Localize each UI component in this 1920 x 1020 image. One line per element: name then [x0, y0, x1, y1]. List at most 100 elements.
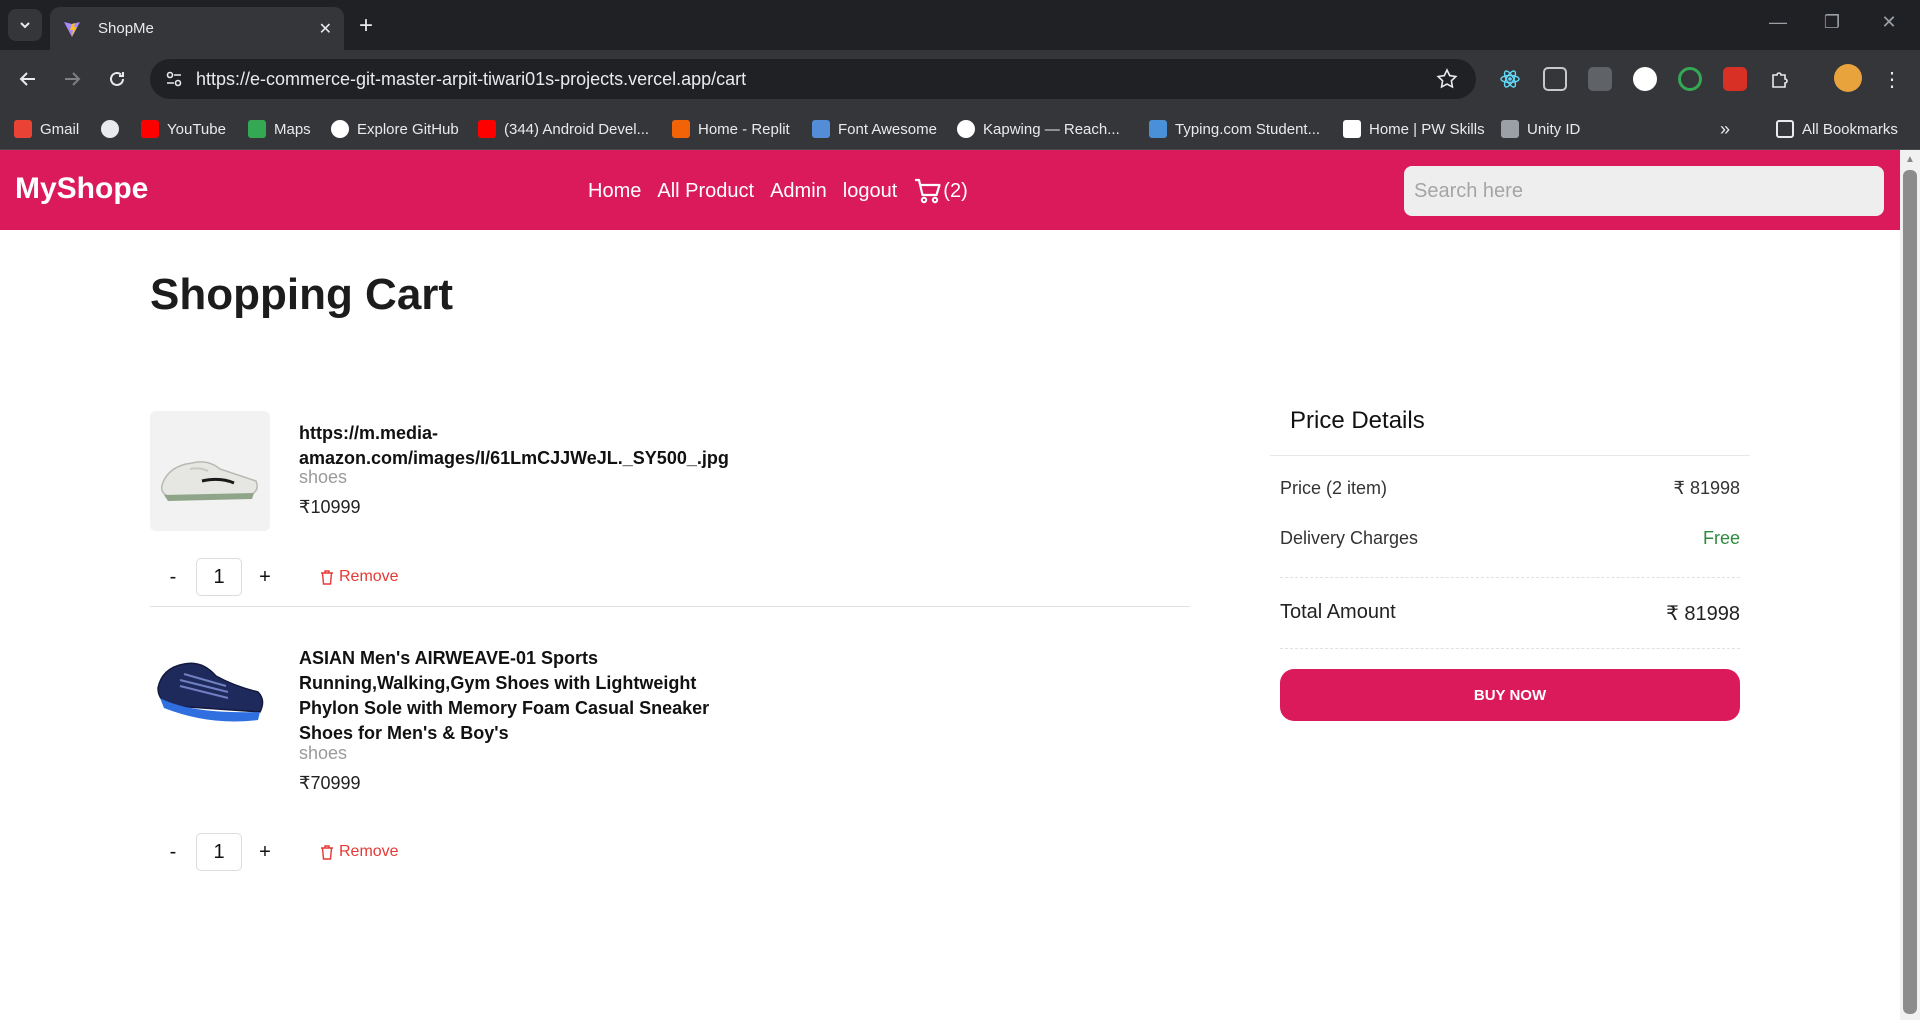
url-text: https://e-commerce-git-master-arpit-tiwa… [196, 69, 747, 89]
gmail-icon [14, 120, 32, 138]
bookmark-android[interactable]: (344) Android Devel... [478, 117, 649, 141]
nav-links: Home All Product Admin logout (2) [588, 177, 968, 205]
bookmarks-bar: Gmail YouTube Maps Explore GitHub (344) … [0, 108, 1920, 150]
typing-icon [1149, 120, 1167, 138]
more-bookmarks-icon[interactable]: » [1720, 117, 1730, 141]
nav-home[interactable]: Home [588, 180, 641, 203]
product-category: shoes [299, 467, 348, 487]
product-name[interactable]: https://m.media-amazon.com/images/I/61Lm… [299, 421, 739, 471]
quantity-stepper: - + Remove [150, 833, 399, 871]
price-label: Price (2 item) [1280, 478, 1388, 498]
nav-cart[interactable]: (2) [913, 177, 968, 205]
bookmark-star-icon[interactable] [1436, 68, 1458, 90]
site-info-icon[interactable] [162, 67, 186, 91]
delivery-row: Delivery Charges Free [1280, 528, 1740, 549]
bookmark-replit[interactable]: Home - Replit [672, 117, 790, 141]
price-value: ₹ 81998 [1673, 478, 1740, 498]
bookmark-typing[interactable]: Typing.com Student... [1149, 117, 1320, 141]
nav-logout[interactable]: logout [843, 180, 898, 203]
trash-icon [321, 569, 333, 585]
unity-icon [1501, 120, 1519, 138]
reload-icon[interactable] [103, 65, 131, 93]
vite-logo-icon [64, 21, 80, 37]
puzzle-icon[interactable] [1768, 67, 1792, 91]
all-bookmarks[interactable]: All Bookmarks [1776, 117, 1898, 141]
quantity-input[interactable] [196, 558, 242, 596]
profile-avatar[interactable] [1834, 64, 1862, 92]
increase-quantity-button[interactable]: + [250, 837, 280, 867]
product-image [150, 411, 270, 531]
page-title: Shopping Cart [150, 270, 454, 319]
brand-logo[interactable]: MyShope [15, 172, 148, 206]
pw-skills-icon [1343, 120, 1361, 138]
total-row: Total Amount ₹ 81998 [1280, 601, 1740, 626]
scroll-thumb[interactable] [1903, 170, 1917, 1014]
bookmark-pw-skills[interactable]: Home | PW Skills [1343, 117, 1485, 141]
folder-icon [1776, 120, 1794, 138]
cart-icon [915, 178, 941, 204]
scroll-up-icon[interactable]: ▲ [1900, 154, 1920, 166]
bookmark-youtube[interactable]: YouTube [141, 117, 226, 141]
github-icon [331, 120, 349, 138]
increase-quantity-button[interactable]: + [250, 562, 280, 592]
product-image [150, 636, 270, 756]
product-category: shoes [299, 743, 348, 763]
dashed-divider [1280, 648, 1740, 649]
maps-icon [248, 120, 266, 138]
item-divider [150, 606, 1190, 607]
trash-icon [321, 844, 333, 860]
quantity-stepper: - + Remove [150, 558, 399, 596]
remove-label: Remove [339, 843, 399, 860]
tab-strip: ShopMe ✕ + — ❐ ✕ [0, 0, 1920, 50]
tab-title: ShopMe [98, 20, 154, 37]
screen-extension-icon[interactable] [1543, 67, 1567, 91]
delivery-value: Free [1702, 528, 1740, 548]
remove-button[interactable]: Remove [320, 568, 399, 586]
browser-tab[interactable]: ShopMe ✕ [50, 7, 344, 50]
globe-icon[interactable] [101, 117, 119, 141]
bookmark-gmail[interactable]: Gmail [14, 117, 79, 141]
extension-red-icon[interactable] [1723, 67, 1747, 91]
youtube-icon [141, 120, 159, 138]
react-devtools-icon[interactable] [1498, 67, 1522, 91]
quantity-input[interactable] [196, 833, 242, 871]
total-label: Total Amount [1280, 601, 1396, 623]
bookmark-unity[interactable]: Unity ID [1501, 117, 1580, 141]
browser-toolbar: https://e-commerce-git-master-arpit-tiwa… [0, 50, 1920, 108]
decrease-quantity-button[interactable]: - [158, 562, 188, 592]
product-name[interactable]: ASIAN Men's AIRWEAVE-01 Sports Running,W… [299, 646, 739, 746]
restore-icon[interactable]: ❐ [1820, 12, 1844, 33]
youtube-icon [478, 120, 496, 138]
close-tab-icon[interactable]: ✕ [319, 19, 332, 39]
nav-admin[interactable]: Admin [770, 180, 827, 203]
nav-all-product[interactable]: All Product [657, 180, 754, 203]
remove-button[interactable]: Remove [320, 843, 399, 861]
extension-circle-icon[interactable] [1633, 67, 1657, 91]
close-window-icon[interactable]: ✕ [1877, 12, 1901, 33]
bookmark-maps[interactable]: Maps [248, 117, 311, 141]
address-bar[interactable]: https://e-commerce-git-master-arpit-tiwa… [150, 59, 1476, 99]
buy-now-button[interactable]: BUY NOW [1280, 669, 1740, 721]
search-input[interactable] [1404, 166, 1884, 216]
page-scrollbar[interactable]: ▲ [1900, 150, 1920, 1020]
delivery-label: Delivery Charges [1280, 528, 1419, 548]
bookmark-kapwing[interactable]: Kapwing — Reach... [957, 117, 1120, 141]
forward-icon[interactable] [58, 65, 86, 93]
decrease-quantity-button[interactable]: - [158, 837, 188, 867]
extension-ring-icon[interactable] [1678, 67, 1702, 91]
chevron-down-icon [20, 22, 30, 29]
new-tab-icon[interactable]: + [352, 12, 380, 40]
back-icon[interactable] [14, 65, 42, 93]
bookmark-font-awesome[interactable]: Font Awesome [812, 117, 937, 141]
price-details-title: Price Details [1290, 407, 1425, 434]
product-price: ₹10999 [299, 497, 361, 517]
bookmark-github[interactable]: Explore GitHub [331, 117, 459, 141]
minimize-icon[interactable]: — [1766, 12, 1790, 33]
menu-icon[interactable]: ⋮ [1880, 67, 1904, 91]
price-details-divider [1270, 455, 1750, 456]
site-navbar: MyShope Home All Product Admin logout (2… [0, 150, 1900, 230]
tab-search-button[interactable] [8, 9, 42, 41]
extension-icon[interactable] [1588, 67, 1612, 91]
price-row: Price (2 item) ₹ 81998 [1280, 478, 1740, 499]
cart-count: (2) [943, 179, 968, 202]
